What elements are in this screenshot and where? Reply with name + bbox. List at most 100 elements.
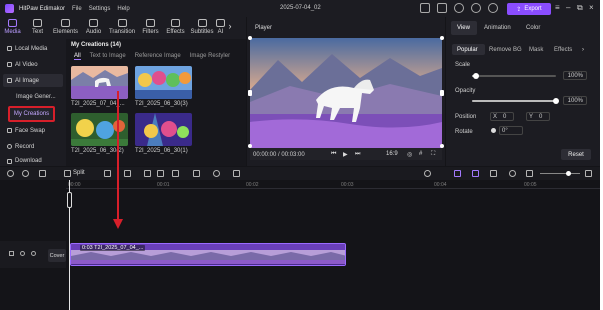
subtab-mask[interactable]: Mask [529, 47, 543, 53]
opacity-value-field[interactable]: 100% [563, 96, 587, 105]
lib-tab-text-to-image[interactable]: Text to Image [90, 53, 126, 60]
tab-ai[interactable]: AI [216, 17, 225, 39]
aspect-ratio-select[interactable]: 16:9 [386, 151, 398, 157]
resize-handle[interactable] [440, 36, 444, 40]
face-icon[interactable] [213, 170, 220, 177]
subtab-effects[interactable]: Effects [554, 47, 572, 53]
zoom-out-icon[interactable] [526, 170, 533, 177]
split-label[interactable]: Split [73, 170, 85, 176]
resize-handle[interactable] [440, 90, 444, 96]
nav-ai-video[interactable]: AI Video [3, 58, 63, 71]
media-thumbnail[interactable] [135, 113, 192, 146]
timeline-clip[interactable]: 0:03 T2I_2025_07_04_... [70, 243, 346, 266]
resize-handle[interactable] [248, 90, 252, 96]
scale-slider[interactable] [472, 73, 556, 79]
chevron-right-icon[interactable]: › [582, 47, 584, 53]
playhead-handle[interactable] [67, 192, 72, 208]
audio-wave-icon[interactable] [172, 170, 179, 177]
menu-file[interactable]: File [72, 6, 82, 12]
monitor-icon[interactable] [420, 3, 430, 13]
grid-icon[interactable]: # [419, 151, 422, 157]
tab-media[interactable]: Media [0, 17, 25, 39]
export-button[interactable]: ⇪ Export [507, 3, 551, 15]
zoom-fit-icon[interactable] [509, 170, 516, 177]
nav-download[interactable]: Download [3, 156, 63, 166]
nav-face-swap[interactable]: Face Swap [3, 124, 63, 137]
duplicate-icon[interactable] [193, 170, 200, 177]
layout-icon[interactable] [437, 3, 447, 13]
zoom-slider[interactable] [540, 171, 580, 176]
scale-slider-knob[interactable] [473, 73, 480, 79]
media-thumbnail[interactable] [135, 66, 192, 99]
timeline-ruler[interactable]: 00:00 00:01 00:02 00:03 00:04 00:05 [66, 180, 600, 189]
zoom-in-icon[interactable] [585, 170, 592, 177]
maximize-icon[interactable]: ⧉ [577, 3, 583, 13]
screenshot-icon[interactable] [233, 170, 240, 177]
cloud-icon[interactable] [471, 3, 481, 13]
menu-help[interactable]: Help [117, 6, 129, 12]
track-icon[interactable] [490, 170, 497, 177]
mask-icon[interactable] [104, 170, 111, 177]
split-icon[interactable] [64, 170, 71, 177]
resize-handle[interactable] [248, 36, 252, 40]
tab-view[interactable]: View [457, 25, 470, 31]
tab-subtitles[interactable]: Subtitles [188, 17, 216, 39]
opacity-slider-knob[interactable] [553, 98, 559, 104]
freeze-icon[interactable] [144, 170, 151, 177]
tab-audio[interactable]: Audio [81, 17, 106, 39]
tab-elements[interactable]: Elements [50, 17, 81, 39]
menu-settings[interactable]: Settings [89, 6, 111, 12]
undo-icon[interactable] [7, 170, 14, 177]
prev-frame-icon[interactable]: ⏮ [331, 151, 336, 158]
playhead[interactable] [67, 180, 72, 310]
play-icon[interactable]: ▶ [343, 151, 348, 158]
lib-tab-all[interactable]: All [74, 53, 81, 60]
zoom-slider-knob[interactable] [566, 171, 571, 176]
fullscreen-icon[interactable]: ⛶ [431, 151, 435, 158]
position-x-field[interactable]: X 0 [490, 112, 514, 121]
link-icon[interactable] [454, 170, 461, 177]
resize-handle[interactable] [248, 144, 252, 148]
lib-tab-image-restyler[interactable]: Image Restyler [190, 53, 230, 60]
tab-animation[interactable]: Animation [484, 25, 511, 31]
tab-filters[interactable]: Filters [138, 17, 163, 39]
chevron-right-icon[interactable]: › [225, 17, 235, 39]
nav-record[interactable]: Record [3, 140, 63, 153]
subtab-popular[interactable]: Popular [457, 47, 478, 53]
tab-effects[interactable]: Effects [163, 17, 188, 39]
subtab-remove-bg[interactable]: Remove BG [489, 47, 522, 53]
nav-my-creations[interactable]: My Creations [8, 106, 55, 122]
media-thumbnail[interactable] [71, 113, 128, 146]
minimize-icon[interactable]: – [566, 3, 570, 13]
delete-icon[interactable] [39, 170, 46, 177]
rotate-dial-icon[interactable] [491, 128, 496, 133]
menu-icon[interactable]: ≡ [555, 3, 560, 13]
nav-image-generator[interactable]: Image Gener... [16, 94, 56, 100]
opacity-slider[interactable] [472, 98, 559, 104]
media-thumbnail[interactable] [71, 66, 128, 99]
tab-transition[interactable]: Transition [106, 17, 138, 39]
next-frame-icon[interactable]: ⏭ [355, 151, 360, 158]
snapshot-icon[interactable]: ◎ [407, 151, 412, 158]
track-visibility-icon[interactable] [20, 251, 25, 256]
microphone-icon[interactable] [424, 170, 431, 177]
track-mute-icon[interactable] [31, 251, 36, 256]
crop-icon[interactable] [124, 170, 131, 177]
gift-icon[interactable] [488, 3, 498, 13]
position-y-field[interactable]: Y 0 [526, 112, 550, 121]
scale-value-field[interactable]: 100% [563, 71, 587, 80]
nav-ai-image[interactable]: AI Image [3, 74, 63, 87]
reset-button[interactable]: Reset [561, 149, 591, 160]
lib-tab-reference-image[interactable]: Reference Image [135, 53, 181, 60]
rotate-field[interactable]: 0° [499, 126, 523, 135]
nav-local-media[interactable]: Local Media [3, 42, 63, 55]
track-lock-icon[interactable] [9, 251, 14, 256]
profile-icon[interactable] [454, 3, 464, 13]
cover-button[interactable]: Cover [48, 249, 66, 262]
tab-text[interactable]: Text [25, 17, 50, 39]
speed-icon[interactable] [157, 170, 164, 177]
redo-icon[interactable] [22, 170, 29, 177]
close-icon[interactable]: × [589, 3, 594, 13]
tab-color[interactable]: Color [526, 25, 540, 31]
resize-handle[interactable] [440, 144, 444, 148]
